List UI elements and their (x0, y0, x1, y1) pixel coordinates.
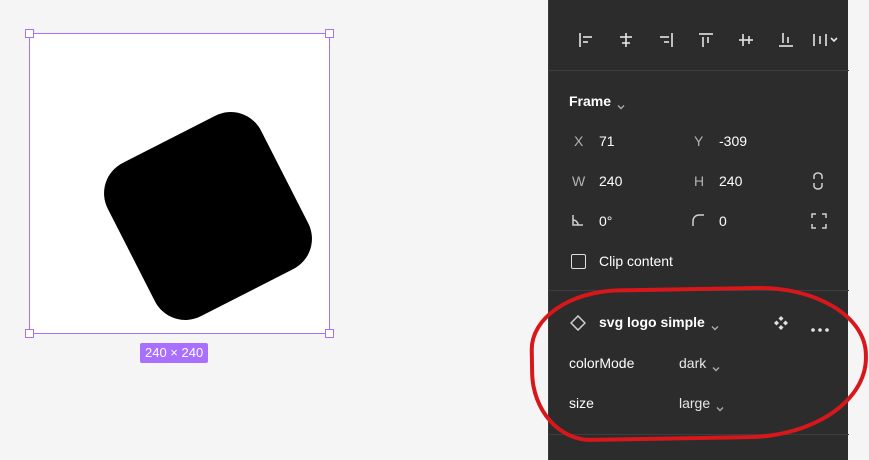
y-input[interactable]: -309 (719, 133, 747, 149)
x-label: X (574, 133, 584, 149)
clip-content-checkbox[interactable] (571, 254, 586, 269)
frame-size-badge: 240 × 240 (140, 343, 209, 363)
y-label: Y (694, 133, 704, 149)
width-input[interactable]: 240 (599, 173, 622, 189)
resize-handle-top-left[interactable] (25, 29, 34, 38)
resize-handle-top-right[interactable] (325, 29, 334, 38)
resize-handle-bottom-left[interactable] (25, 329, 34, 338)
distribute-icon (813, 34, 838, 46)
frame-section-title: Frame (569, 93, 612, 109)
frame-section-header[interactable]: Frame (569, 93, 625, 110)
align-vertical-center-icon (739, 34, 753, 46)
annotation-circle (528, 284, 869, 443)
align-vertical-center-button[interactable] (726, 26, 766, 54)
corner-radius-icon (691, 213, 705, 232)
x-input[interactable]: 71 (599, 133, 615, 149)
selected-frame[interactable] (29, 33, 330, 334)
rotation-input[interactable]: 0° (599, 213, 612, 229)
align-bottom-button[interactable] (766, 26, 806, 54)
resize-handle-bottom-right[interactable] (325, 329, 334, 338)
align-horizontal-center-button[interactable] (606, 26, 646, 54)
panel-divider (549, 70, 849, 71)
w-label: W (572, 173, 586, 189)
rotation-icon (571, 213, 585, 232)
clip-content-label: Clip content (599, 253, 673, 269)
height-input[interactable]: 240 (719, 173, 742, 189)
align-top-button[interactable] (686, 26, 726, 54)
chevron-down-icon (617, 98, 625, 110)
constrain-proportions-icon[interactable] (811, 172, 825, 195)
corner-radius-input[interactable]: 0 (719, 213, 727, 229)
align-right-button[interactable] (646, 26, 686, 54)
align-horizontal-center-icon (620, 33, 632, 47)
h-label: H (694, 173, 705, 189)
distribute-button[interactable] (806, 26, 846, 54)
independent-corners-icon[interactable] (811, 213, 827, 234)
align-bottom-icon (779, 33, 793, 47)
align-right-icon (660, 33, 673, 47)
align-left-icon (579, 33, 592, 47)
logo-shape[interactable] (92, 100, 324, 332)
align-left-button[interactable] (566, 26, 606, 54)
alignment-toolbar (566, 26, 846, 54)
align-top-icon (699, 33, 713, 47)
design-canvas[interactable]: 240 × 240 (0, 0, 548, 460)
